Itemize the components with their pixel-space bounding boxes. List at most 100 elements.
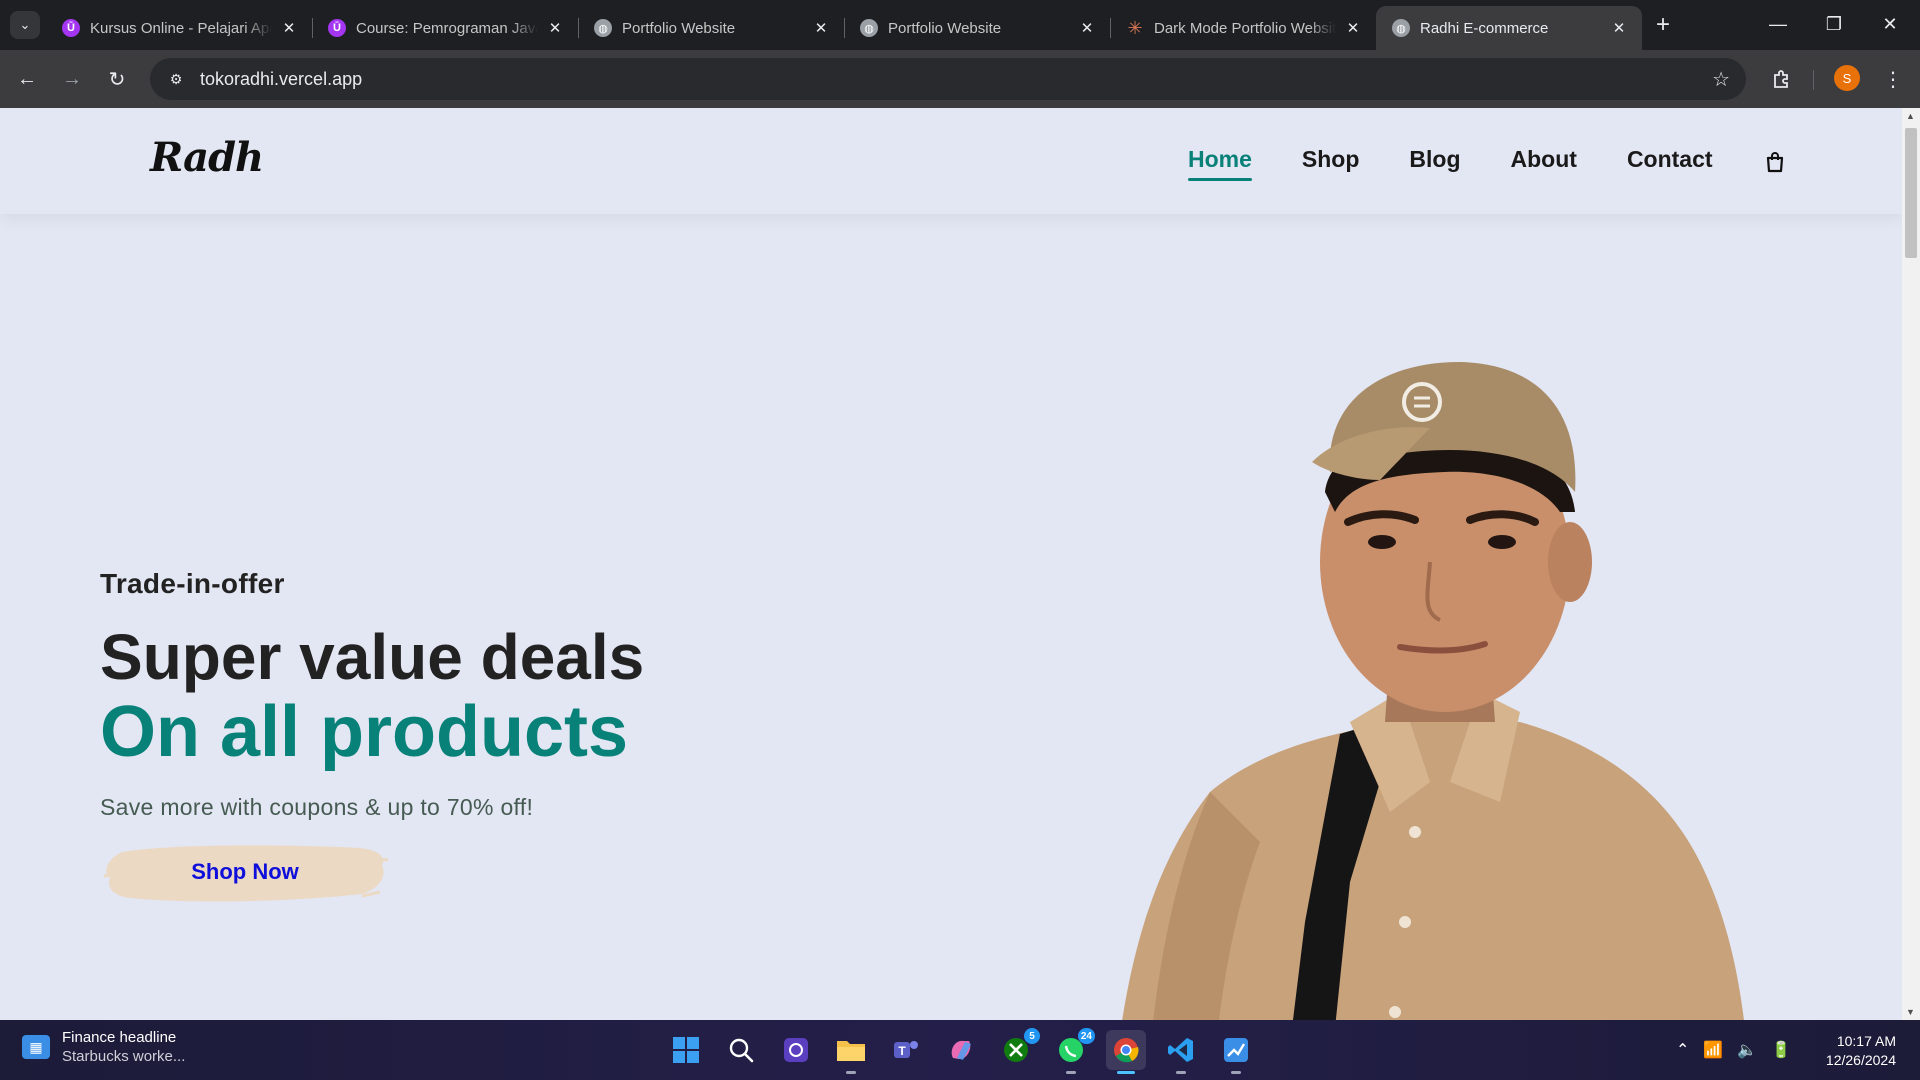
arrow-left-icon: ← — [17, 67, 37, 90]
close-icon[interactable]: ✕ — [546, 19, 564, 37]
address-bar[interactable]: ⚙ tokoradhi.vercel.app ☆ — [150, 58, 1746, 100]
udemy-icon: Ū — [328, 19, 346, 37]
minimize-button[interactable]: — — [1750, 0, 1806, 48]
tab-title: Radhi E-commerce — [1420, 19, 1549, 37]
scroll-down-icon[interactable]: ▼ — [1906, 1007, 1915, 1017]
search-icon — [729, 1038, 754, 1063]
tab-radhi-ecommerce[interactable]: ◍ Radhi E-commerce ✕ — [1376, 6, 1642, 50]
scroll-up-icon[interactable]: ▲ — [1906, 111, 1915, 121]
browser-menu-button[interactable]: ⋮ — [1878, 64, 1908, 94]
hero-heading: Super value deals — [100, 621, 645, 693]
chrome-button[interactable] — [1106, 1030, 1146, 1074]
close-icon[interactable]: ✕ — [1610, 19, 1628, 37]
puzzle-icon — [1774, 70, 1788, 88]
news-title: Finance headline — [62, 1029, 177, 1046]
copilot-app-button[interactable] — [776, 1030, 816, 1070]
tab-search-button[interactable]: ⌄ — [10, 11, 40, 39]
chevron-up-icon[interactable]: ⌃ — [1676, 1040, 1689, 1060]
close-icon[interactable]: ✕ — [1078, 19, 1096, 37]
news-widget-icon: ▦ — [22, 1035, 50, 1059]
copilot-button[interactable] — [941, 1030, 981, 1070]
restore-button[interactable]: ❐ — [1806, 0, 1862, 48]
shop-now-button[interactable]: Shop Now — [100, 838, 390, 906]
running-indicator — [1176, 1071, 1186, 1074]
vscode-icon — [1168, 1038, 1193, 1062]
close-icon[interactable]: ✕ — [1344, 19, 1362, 37]
clock-date: 12/26/2024 — [1825, 1052, 1896, 1068]
close-icon[interactable]: ✕ — [812, 19, 830, 37]
tab-dark-mode-portfolio[interactable]: ✳ Dark Mode Portfolio Website ✕ — [1110, 6, 1376, 50]
site-header: Radh Home Shop Blog About Contact — [0, 108, 1902, 214]
site-info-icon[interactable]: ⚙ — [164, 67, 188, 91]
globe-icon: ◍ — [860, 19, 878, 37]
hero-text: Trade-in-offer Super value deals On all … — [100, 568, 644, 821]
taskbar-apps: T 5 24 — [666, 1028, 1271, 1074]
new-tab-button[interactable]: + — [1648, 10, 1678, 40]
tab-title: Portfolio Website — [888, 19, 1002, 37]
tab-kursus-online[interactable]: Ū Kursus Online - Pelajari Apa Saja ✕ — [46, 6, 312, 50]
tab-portfolio-website-2[interactable]: ◍ Portfolio Website ✕ — [844, 6, 1110, 50]
restore-icon: ❐ — [1825, 13, 1843, 34]
svg-text:T: T — [898, 1044, 906, 1058]
notification-badge: 5 — [1024, 1028, 1040, 1044]
tab-course-javascript[interactable]: Ū Course: Pemrograman JavaScript ✕ — [312, 6, 578, 50]
nav-home[interactable]: Home — [1188, 146, 1252, 181]
more-vertical-icon: ⋮ — [1883, 68, 1903, 91]
file-explorer-button[interactable] — [831, 1030, 871, 1074]
running-indicator — [1231, 1071, 1241, 1074]
url-text[interactable]: tokoradhi.vercel.app — [200, 69, 362, 90]
extensions-button[interactable] — [1766, 64, 1796, 94]
search-button[interactable] — [721, 1030, 761, 1070]
nav-shop[interactable]: Shop — [1302, 146, 1360, 173]
paint-button[interactable] — [1216, 1030, 1256, 1074]
tab-title: Dark Mode Portfolio Website — [1154, 19, 1336, 37]
tab-title: Kursus Online - Pelajari Apa Saja — [90, 19, 272, 37]
system-clock[interactable]: 10:17 AM 12/26/2024 — [1810, 1032, 1896, 1070]
nav-about[interactable]: About — [1511, 146, 1577, 173]
site-logo[interactable]: Radh — [150, 134, 264, 181]
volume-icon[interactable]: 🔈 — [1737, 1040, 1757, 1060]
teams-button[interactable]: T — [886, 1030, 926, 1070]
file-explorer-icon — [837, 1041, 865, 1061]
close-window-button[interactable]: ✕ — [1862, 0, 1918, 48]
globe-icon: ◍ — [1392, 19, 1410, 37]
claude-icon: ✳ — [1127, 17, 1143, 38]
back-button[interactable]: ← — [12, 64, 42, 94]
tab-portfolio-website-1[interactable]: ◍ Portfolio Website ✕ — [578, 6, 844, 50]
wifi-icon[interactable]: 📶 — [1703, 1040, 1723, 1060]
plus-icon: + — [1655, 11, 1670, 38]
clock-time: 10:17 AM — [1836, 1033, 1896, 1049]
battery-icon[interactable]: 🔋 — [1771, 1040, 1791, 1060]
close-icon: ✕ — [1882, 13, 1898, 34]
news-widget[interactable]: ▦ Finance headline Starbucks worke... — [22, 1029, 185, 1065]
nav-blog[interactable]: Blog — [1409, 146, 1460, 173]
running-indicator — [846, 1071, 856, 1074]
nav-contact[interactable]: Contact — [1627, 146, 1713, 173]
hero-section: Trade-in-offer Super value deals On all … — [0, 214, 1902, 1020]
reload-button[interactable]: ↻ — [102, 64, 132, 94]
forward-button[interactable]: → — [57, 64, 87, 94]
chrome-icon — [1114, 1038, 1139, 1063]
close-icon[interactable]: ✕ — [280, 19, 298, 37]
reload-icon: ↻ — [108, 68, 126, 91]
start-icon — [673, 1037, 699, 1063]
chevron-down-icon: ⌄ — [19, 17, 31, 32]
udemy-icon: Ū — [62, 19, 80, 37]
xbox-button[interactable]: 5 — [996, 1028, 1040, 1070]
start-button[interactable] — [666, 1030, 706, 1070]
profile-avatar[interactable]: S — [1834, 65, 1860, 91]
copilot-icon — [951, 1040, 971, 1060]
hero-person-image — [1122, 362, 1744, 1020]
copilot-app-icon — [784, 1038, 808, 1062]
page-scrollbar[interactable]: ▲ ▼ — [1902, 108, 1920, 1020]
paint-icon — [1224, 1038, 1248, 1062]
bookmark-star-icon[interactable]: ☆ — [1712, 67, 1730, 92]
hero-highlight: On all products — [100, 692, 629, 772]
tab-title: Course: Pemrograman JavaScript — [356, 19, 538, 37]
scroll-thumb[interactable] — [1905, 128, 1917, 258]
hero-eyebrow: Trade-in-offer — [100, 568, 285, 599]
vscode-button[interactable] — [1161, 1030, 1201, 1074]
whatsapp-button[interactable]: 24 — [1051, 1028, 1095, 1074]
shopping-bag-icon[interactable] — [1763, 147, 1787, 173]
toolbar-divider — [1813, 70, 1814, 90]
